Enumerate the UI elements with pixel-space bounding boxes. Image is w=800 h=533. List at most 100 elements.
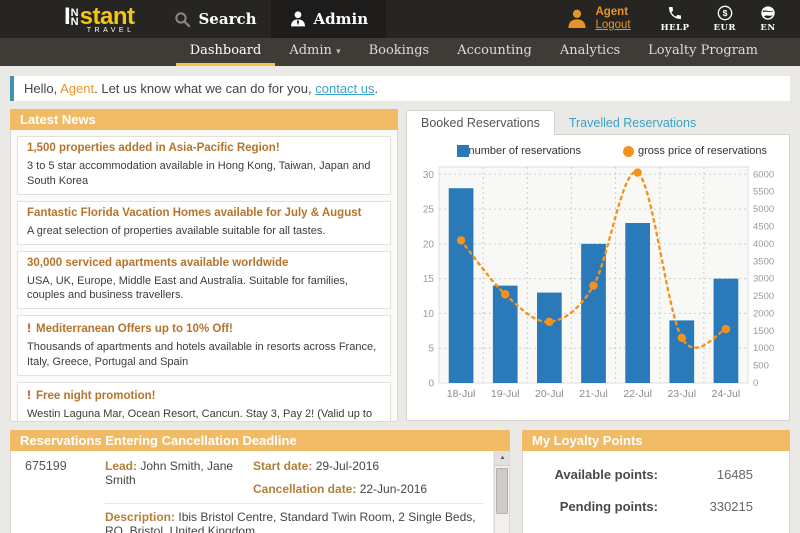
svg-text:1500: 1500	[753, 326, 774, 337]
help-label: HELP	[660, 23, 690, 33]
brand-logo[interactable]: I N Nstant TRAVEL	[64, 2, 135, 34]
tab-travelled-reservations[interactable]: Travelled Reservations	[555, 111, 710, 135]
chart-tabs: Booked Reservations Travelled Reservatio…	[406, 109, 790, 135]
svg-text:5: 5	[428, 344, 434, 355]
reservations-chart: 0 5 10 15 20 25 30 0 500 1000 1500 2000 2500 3000 3500…	[423, 166, 774, 400]
svg-text:19-Jul: 19-Jul	[491, 388, 520, 400]
agent-person-icon	[568, 9, 586, 28]
reservation-id: 675199	[25, 459, 67, 473]
nav-bookings[interactable]: Bookings	[355, 38, 444, 66]
news-item: ! Free night promotion! Westin Laguna Mar…	[17, 381, 391, 421]
reservation-start-date: 29-Jul-2016	[315, 459, 380, 473]
svg-text:24-Jul: 24-Jul	[712, 388, 741, 400]
logo-stacked-nn: NN	[70, 7, 79, 29]
scrollbar-thumb[interactable]	[496, 468, 508, 514]
nav-analytics[interactable]: Analytics	[546, 38, 634, 66]
alert-icon: !	[27, 321, 31, 336]
nav-admin[interactable]: Admin ▾	[275, 38, 354, 66]
svg-text:0: 0	[753, 378, 758, 389]
svg-text:2000: 2000	[753, 308, 774, 319]
svg-text:23-Jul: 23-Jul	[667, 388, 696, 400]
search-label: Search	[198, 10, 257, 28]
svg-text:25: 25	[423, 205, 435, 216]
svg-text:10: 10	[423, 309, 435, 320]
logo-text-i: I	[64, 2, 71, 30]
svg-text:4000: 4000	[753, 239, 774, 250]
language-label: EN	[760, 23, 776, 33]
help-button[interactable]: HELP	[661, 5, 690, 33]
admin-label: Admin	[313, 10, 369, 28]
agent-name: Agent	[595, 5, 629, 18]
cancellation-deadline-panel: Reservations Entering Cancellation Deadl…	[10, 430, 510, 533]
search-button[interactable]: Search	[174, 10, 257, 28]
svg-text:500: 500	[753, 361, 769, 372]
svg-text:6000: 6000	[753, 169, 774, 180]
alert-icon: !	[27, 387, 31, 402]
news-item: Fantastic Florida Vacation Homes availab…	[17, 200, 391, 245]
latest-news-list: 1,500 properties added in Asia-Pacific R…	[10, 130, 398, 422]
legend-dot-swatch	[623, 145, 634, 157]
svg-text:1000: 1000	[753, 343, 774, 354]
reservation-cancel-date: 22-Jun-2016	[359, 482, 428, 496]
phone-icon	[669, 7, 682, 19]
chart-legend: number of reservations gross price of re…	[411, 143, 785, 161]
pending-points-value: 330215	[709, 499, 753, 514]
agent-account[interactable]: Agent Logout	[566, 5, 631, 32]
svg-text:22-Jul: 22-Jul	[623, 388, 652, 400]
nav-accounting[interactable]: Accounting	[443, 38, 546, 66]
loyalty-row-pending: Pending points: 330215	[559, 499, 753, 514]
svg-text:18-Jul: 18-Jul	[447, 388, 476, 400]
svg-text:5500: 5500	[753, 187, 774, 198]
svg-text:30: 30	[423, 170, 435, 181]
admin-menu-button[interactable]: Admin	[270, 0, 387, 38]
chart-body: number of reservations gross price of re…	[406, 134, 790, 421]
svg-text:0: 0	[428, 379, 434, 390]
top-header: I N Nstant TRAVEL Search Admin Agent Logou…	[0, 0, 800, 38]
svg-text:5000: 5000	[753, 204, 774, 215]
scroll-up-button[interactable]: ▲	[495, 451, 509, 466]
dollar-circle-icon: $	[717, 5, 733, 21]
main-nav: Dashboard Admin ▾ Bookings Accounting An…	[0, 38, 800, 66]
admin-person-icon	[290, 11, 305, 27]
loyalty-points-panel: My Loyalty Points Available points: 1648…	[522, 430, 790, 533]
scrollbar[interactable]: ▲	[494, 451, 509, 533]
news-item: ! Mediterranean Offers up to 10% Off! Tho…	[17, 315, 391, 376]
svg-text:20: 20	[423, 239, 435, 250]
tab-booked-reservations[interactable]: Booked Reservations	[406, 110, 555, 135]
cancellation-panel-header: Reservations Entering Cancellation Deadl…	[10, 430, 510, 451]
svg-text:$: $	[722, 8, 727, 18]
globe-icon	[761, 6, 775, 20]
nav-loyalty-program[interactable]: Loyalty Program	[634, 38, 772, 66]
logo-subtitle: TRAVEL	[86, 26, 135, 34]
greeting-agent-name: Agent	[60, 81, 95, 96]
reservation-row[interactable]: 675199 Lead: John Smith, Jane Smith Star…	[11, 451, 493, 533]
legend-gross-price: gross price of reservations	[623, 145, 767, 157]
nav-dashboard[interactable]: Dashboard	[175, 38, 276, 66]
legend-number-of-reservations: number of reservations	[456, 145, 581, 157]
svg-text:21-Jul: 21-Jul	[579, 388, 608, 400]
loyalty-row-available: Available points: 16485	[554, 467, 753, 482]
main-content: Hello, Agent. Let us know what we can do…	[0, 66, 800, 533]
logout-link[interactable]: Logout	[595, 19, 630, 32]
svg-text:3000: 3000	[753, 274, 774, 285]
language-button[interactable]: EN	[760, 5, 776, 33]
greeting-bar: Hello, Agent. Let us know what we can do…	[10, 76, 790, 101]
currency-button[interactable]: $ EUR	[714, 5, 736, 33]
logo-text-stant: stant	[79, 2, 135, 30]
news-item: 30,000 serviced apartments available wor…	[17, 250, 391, 310]
contact-us-link[interactable]: contact us	[315, 81, 374, 96]
svg-text:15: 15	[423, 274, 435, 285]
loyalty-panel-header: My Loyalty Points	[522, 430, 790, 451]
chevron-down-icon: ▾	[336, 47, 341, 57]
svg-text:3500: 3500	[753, 256, 774, 267]
legend-bar-swatch	[456, 145, 469, 157]
currency-label: EUR	[713, 23, 736, 33]
svg-text:2500: 2500	[753, 291, 774, 302]
svg-text:20-Jul: 20-Jul	[535, 388, 564, 400]
cancellation-list: 675199 Lead: John Smith, Jane Smith Star…	[10, 451, 510, 533]
reservations-chart-panel: Booked Reservations Travelled Reservatio…	[406, 109, 790, 421]
search-icon	[175, 11, 191, 27]
news-item: 1,500 properties added in Asia-Pacific R…	[17, 136, 391, 195]
svg-text:4500: 4500	[753, 221, 774, 232]
latest-news-panel: Latest News 1,500 properties added in As…	[10, 109, 398, 422]
